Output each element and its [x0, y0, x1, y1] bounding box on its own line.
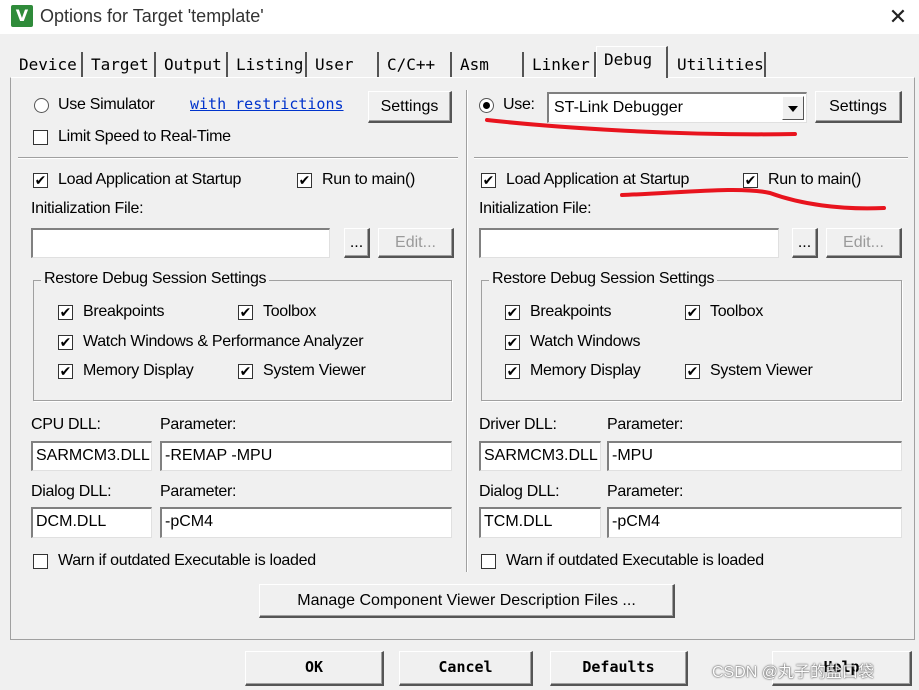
watermark: CSDN @丸子的盐口袋 [712, 664, 875, 681]
tab-debug[interactable]: Debug [596, 46, 668, 78]
underline-debugger-annotation [485, 118, 797, 137]
underline-load-app-annotation [620, 187, 886, 211]
red-annotation-overlay [485, 118, 886, 211]
